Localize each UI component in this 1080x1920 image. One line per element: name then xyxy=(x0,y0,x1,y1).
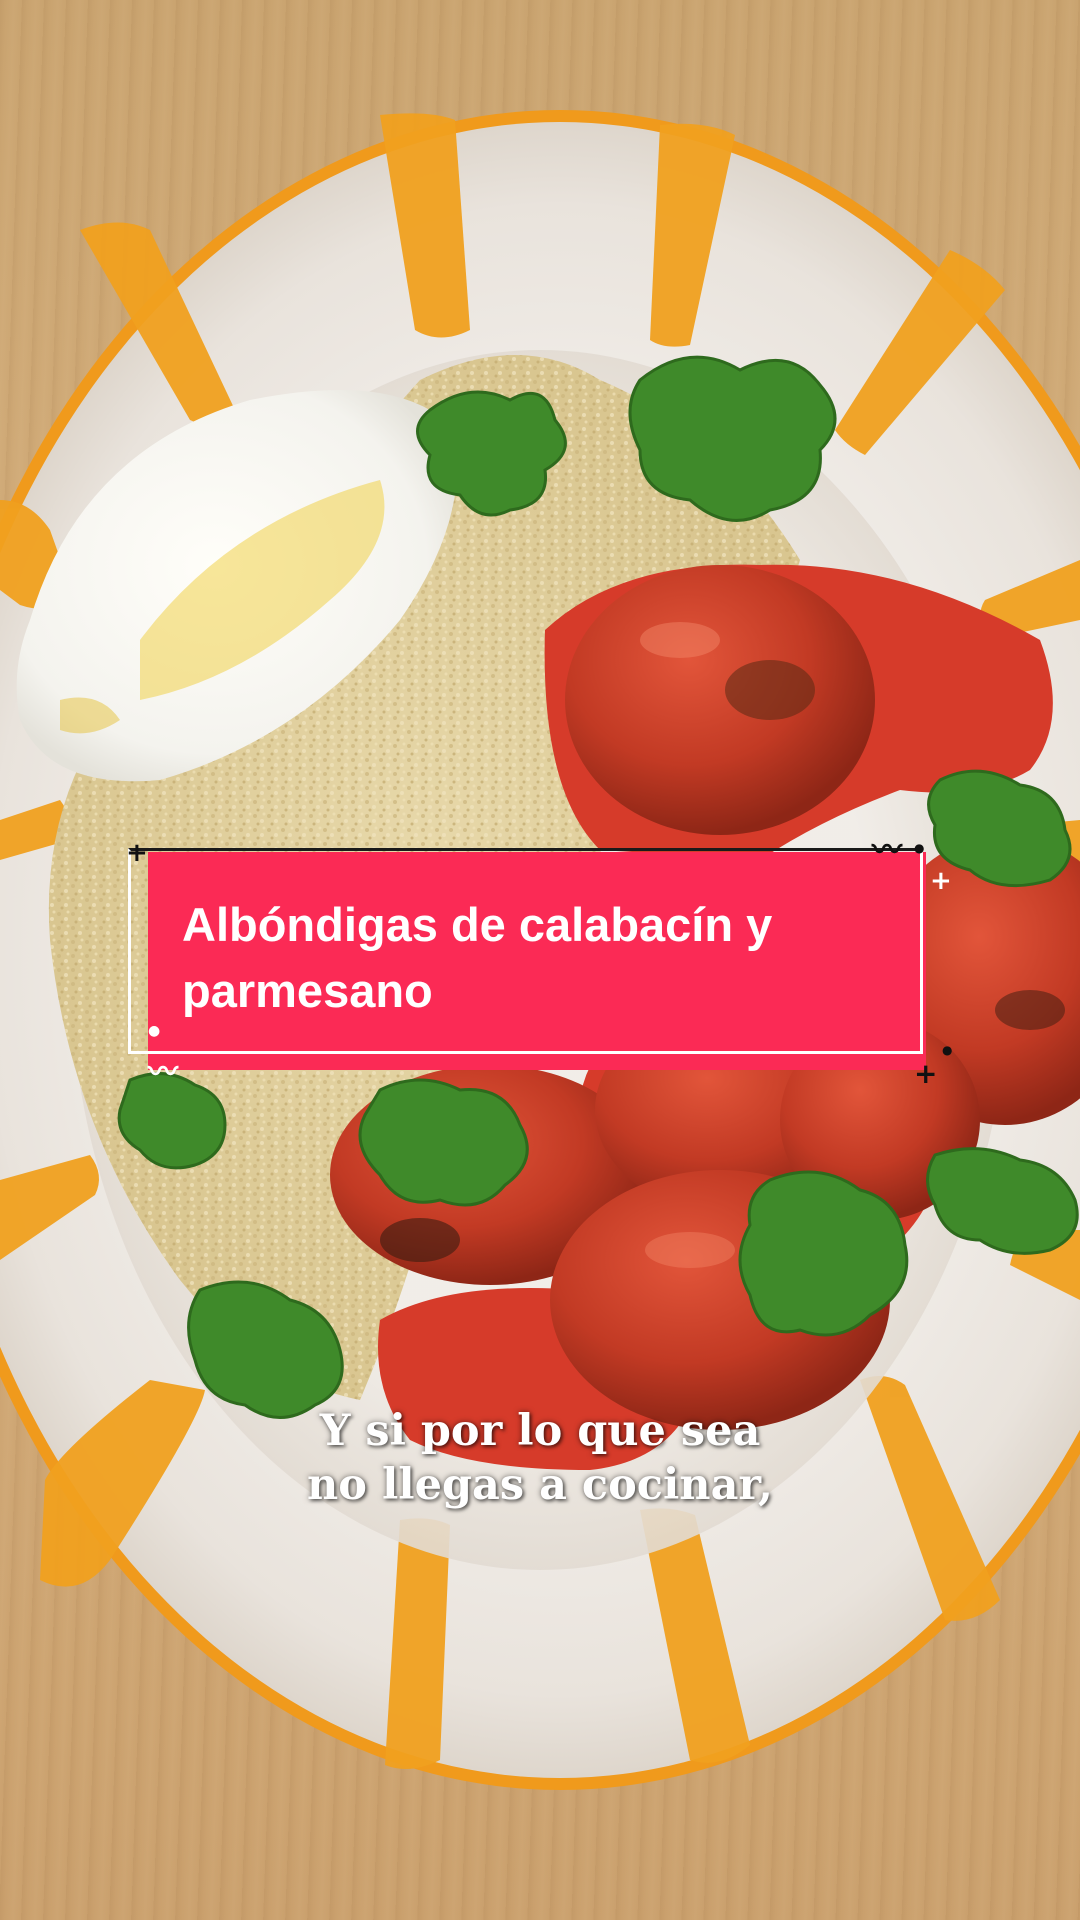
caption-line: Y si por lo que sea xyxy=(319,1406,761,1456)
plus-decoration-icon: + xyxy=(914,1057,938,1090)
dot-decoration-icon: ● xyxy=(148,1023,161,1039)
subtitle-caption: Y si por lo que sea no llegas a cocinar, xyxy=(0,1404,1080,1512)
meatball xyxy=(565,565,875,835)
title-card: Albóndigas de calabacín y parmesano + 〰 … xyxy=(126,836,952,1088)
zigzag-decoration-icon: 〰 xyxy=(872,833,902,868)
caption-line: no llegas a cocinar, xyxy=(307,1460,773,1510)
video-frame: Albóndigas de calabacín y parmesano + 〰 … xyxy=(0,0,1080,1920)
plus-decoration-icon: + xyxy=(126,838,148,868)
plus-decoration-icon: + xyxy=(930,866,952,896)
dot-decoration-icon: ● xyxy=(914,841,925,855)
zigzag-decoration-icon: 〰 xyxy=(148,1055,178,1090)
dot-decoration-icon: ● xyxy=(942,1043,953,1057)
recipe-title: Albóndigas de calabacín y parmesano xyxy=(182,898,773,1017)
